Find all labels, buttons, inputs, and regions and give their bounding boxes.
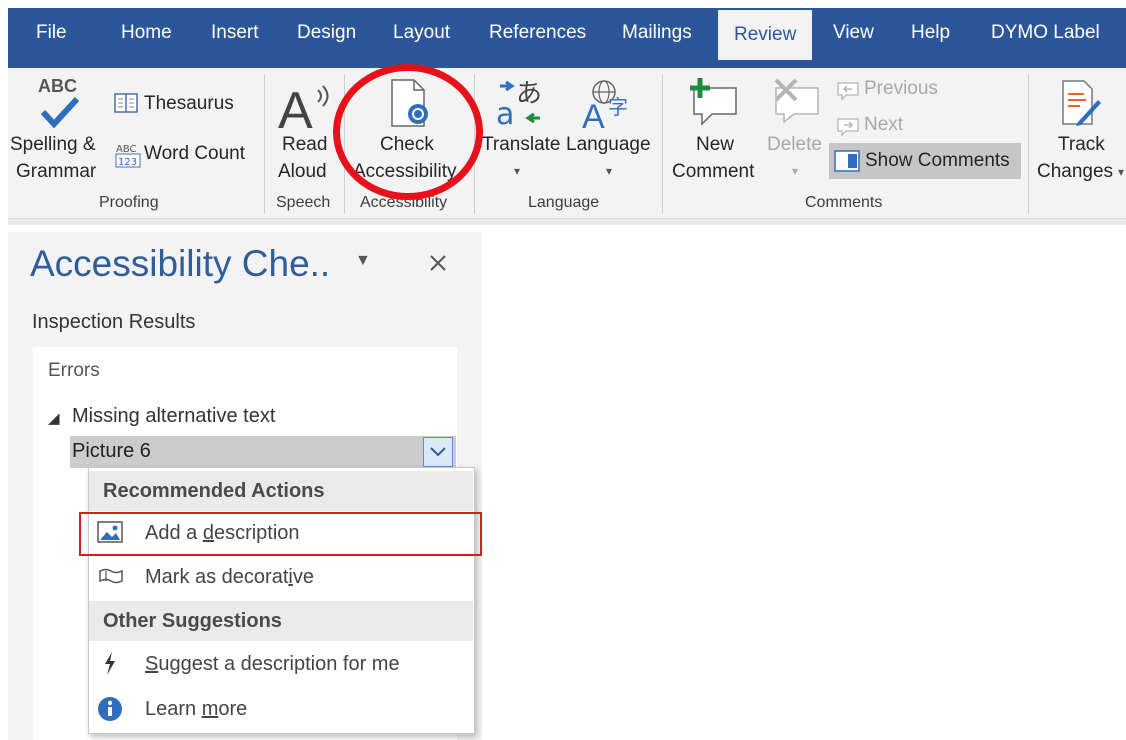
translate-button[interactable]: a あ Translate ▾ — [480, 76, 562, 191]
language-button[interactable]: A 字 Language ▾ — [564, 76, 656, 191]
word-count-button[interactable]: ABC 123 Word Count — [112, 140, 252, 168]
delete-comment-button[interactable]: Delete ▾ — [764, 76, 830, 191]
tab-help[interactable]: Help — [911, 8, 950, 60]
new-comment-button[interactable]: New Comment — [668, 76, 764, 191]
expand-triangle-icon[interactable]: ◢ — [48, 409, 60, 427]
word-count-label: Word Count — [144, 143, 246, 164]
thesaurus-button[interactable]: Thesaurus — [112, 90, 234, 118]
recommended-actions-header: Recommended Actions — [89, 471, 473, 511]
read-aloud-icon: A — [278, 82, 329, 132]
word-count-icon: ABC 123 — [115, 144, 141, 168]
tab-layout[interactable]: Layout — [393, 8, 450, 60]
show-comments-icon — [834, 150, 860, 172]
mark-decorative-label: Mark as decorative — [145, 566, 314, 588]
track-changes-button[interactable]: Track Changes ▾ — [1034, 76, 1126, 191]
learn-more-item[interactable]: Learn more — [89, 690, 473, 730]
svg-text:123: 123 — [118, 157, 137, 168]
object-dropdown-button[interactable] — [423, 437, 453, 467]
other-suggestions-label: Other Suggestions — [103, 610, 282, 632]
svg-text:あ: あ — [516, 79, 542, 109]
previous-comment-icon — [837, 82, 859, 101]
inspection-results-label: Inspection Results — [32, 311, 196, 333]
read-aloud-label-1: Read — [282, 134, 328, 155]
svg-text:A: A — [582, 98, 605, 130]
next-label: Next — [864, 114, 904, 135]
highlight-circle — [333, 64, 483, 200]
group-label-comments: Comments — [805, 194, 883, 211]
svg-text:A: A — [278, 82, 313, 132]
dropdown-arrow-icon: ▾ — [606, 164, 613, 178]
language-label: Language — [566, 134, 651, 155]
tab-dymo-label[interactable]: DYMO Label — [991, 8, 1100, 60]
next-comment-button[interactable]: Next — [834, 113, 934, 139]
previous-comment-button[interactable]: Previous — [834, 77, 954, 103]
close-icon[interactable] — [428, 253, 448, 273]
svg-text:a: a — [496, 97, 514, 130]
show-comments-button[interactable]: Show Comments — [829, 143, 1021, 179]
tab-design[interactable]: Design — [297, 8, 356, 60]
language-icon: A 字 — [582, 80, 628, 130]
dropdown-arrow-icon: ▾ — [1118, 165, 1125, 179]
other-suggestions-header: Other Suggestions — [89, 601, 473, 641]
suggest-description-item[interactable]: Suggest a description for me — [89, 645, 473, 685]
lightning-icon — [105, 652, 115, 675]
svg-text:ABC: ABC — [116, 144, 137, 155]
track-changes-icon — [1062, 80, 1101, 126]
pane-title: Accessibility Che.. — [30, 243, 331, 284]
group-label-speech: Speech — [276, 194, 331, 211]
show-comments-label: Show Comments — [865, 150, 1010, 171]
tab-mailings[interactable]: Mailings — [622, 8, 692, 60]
track-changes-label-2: Changes — [1037, 161, 1114, 182]
tab-file[interactable]: File — [36, 8, 67, 60]
dropdown-arrow-icon: ▾ — [514, 164, 521, 178]
dropdown-arrow-icon: ▾ — [792, 164, 799, 178]
info-icon — [98, 697, 122, 721]
suggest-description-label: Suggest a description for me — [145, 653, 400, 675]
new-comment-label-2: Comment — [672, 161, 755, 182]
delete-label: Delete — [767, 134, 822, 155]
new-comment-label-1: New — [696, 134, 735, 155]
delete-comment-icon — [774, 78, 819, 124]
highlight-rectangle — [79, 512, 482, 556]
thesaurus-icon — [114, 93, 138, 113]
ribbon-bottom-strip — [8, 219, 1126, 225]
decorative-scroll-icon — [99, 568, 123, 584]
issue-missing-alt-text[interactable]: Missing alternative text — [72, 405, 275, 428]
spelling-label-1: Spelling & — [10, 134, 96, 155]
spelling-label-2: Grammar — [16, 161, 97, 182]
group-separator — [264, 74, 265, 214]
tab-home[interactable]: Home — [121, 8, 172, 60]
translate-icon: a あ — [496, 79, 542, 130]
spelling-grammar-button[interactable]: ABC Spelling & Grammar — [10, 74, 110, 194]
svg-text:字: 字 — [608, 95, 628, 119]
pane-options-icon[interactable]: ▼ — [355, 252, 371, 270]
new-comment-icon — [690, 78, 737, 126]
checkmark-icon — [40, 96, 80, 128]
track-changes-label-1: Track — [1058, 134, 1105, 155]
tab-insert[interactable]: Insert — [211, 8, 259, 60]
read-aloud-label-2: Aloud — [278, 161, 327, 182]
tab-review[interactable]: Review — [718, 10, 813, 60]
recommended-actions-label: Recommended Actions — [103, 480, 325, 502]
errors-heading: Errors — [48, 360, 100, 381]
abc-icon: ABC — [38, 76, 77, 96]
thesaurus-label: Thesaurus — [144, 93, 234, 114]
previous-label: Previous — [864, 78, 938, 99]
issue-object-label: Picture 6 — [72, 440, 151, 462]
group-label-language: Language — [528, 194, 600, 211]
group-separator — [1028, 74, 1029, 214]
tab-references[interactable]: References — [489, 8, 586, 60]
read-aloud-button[interactable]: A Read Aloud — [272, 76, 338, 191]
learn-more-label: Learn more — [145, 698, 248, 720]
group-label-proofing: Proofing — [99, 194, 159, 211]
translate-label: Translate — [482, 134, 561, 155]
group-separator — [662, 74, 663, 214]
tab-view[interactable]: View — [833, 8, 874, 60]
mark-decorative-item[interactable]: Mark as decorative — [89, 558, 473, 598]
next-comment-icon — [837, 118, 859, 137]
chevron-down-icon — [430, 447, 446, 457]
